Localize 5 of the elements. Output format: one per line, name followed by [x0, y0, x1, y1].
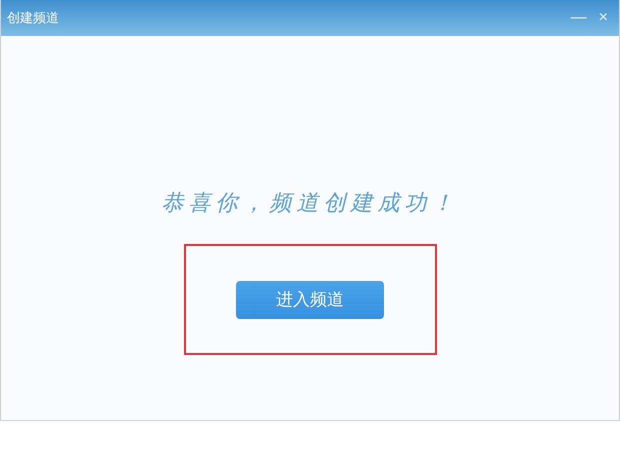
window-title: 创建频道	[7, 10, 59, 27]
minimize-button[interactable]: —	[568, 9, 590, 27]
close-button[interactable]: ×	[596, 9, 611, 27]
success-message: 恭喜你，频道创建成功！	[162, 190, 458, 218]
enter-channel-button[interactable]: 进入频道	[236, 280, 384, 318]
